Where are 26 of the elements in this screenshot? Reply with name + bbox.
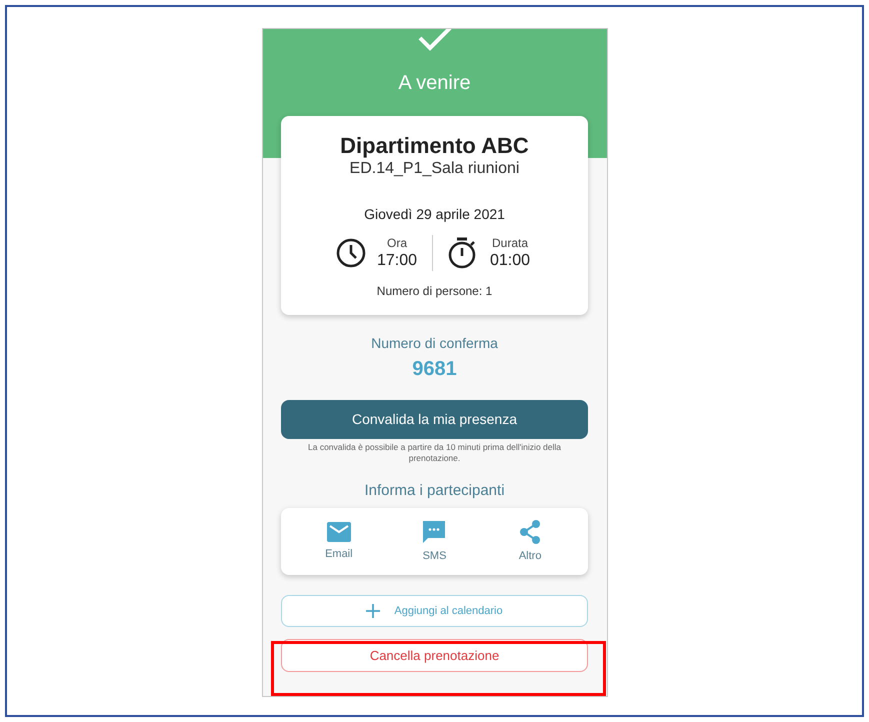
validate-note: La convalida è possibile a partire da 10 minuti prima dell'inizio della prenotazione. bbox=[307, 442, 562, 464]
people-count: Numero di persone: 1 bbox=[376, 283, 492, 299]
share-option[interactable]: Email bbox=[304, 522, 374, 561]
stopwatch-icon bbox=[447, 237, 477, 269]
confirmation-label: Numero di conferma bbox=[371, 334, 498, 352]
room-name: ED.14_P1_Sala riunioni bbox=[350, 159, 520, 179]
booking-date: Giovedì 29 aprile 2021 bbox=[364, 205, 505, 223]
share-icon bbox=[519, 520, 542, 544]
add-calendar-button[interactable]: Aggiungi al calendario bbox=[281, 595, 588, 627]
time-value: 17:00 bbox=[376, 250, 418, 270]
cancel-button[interactable]: Cancella prenotazione bbox=[281, 639, 588, 672]
clock-icon bbox=[336, 238, 366, 268]
department-title: Dipartimento ABC bbox=[340, 133, 529, 159]
validate-button[interactable]: Convalida la mia presenza bbox=[281, 400, 588, 439]
status-title: A venire bbox=[398, 71, 471, 95]
share-title: Informa i partecipanti bbox=[364, 481, 505, 500]
envelope-icon bbox=[326, 522, 351, 542]
duration-label: Durata bbox=[492, 236, 528, 250]
share-option[interactable]: Altro bbox=[495, 520, 566, 563]
time-label: Ora bbox=[386, 236, 407, 250]
chat-icon bbox=[422, 520, 446, 544]
confirmation-number: 9681 bbox=[412, 357, 457, 381]
checkmark-icon bbox=[416, 29, 452, 52]
plus-icon bbox=[366, 604, 380, 618]
share-option[interactable]: SMS bbox=[399, 520, 470, 563]
duration-value: 01:00 bbox=[490, 250, 530, 270]
